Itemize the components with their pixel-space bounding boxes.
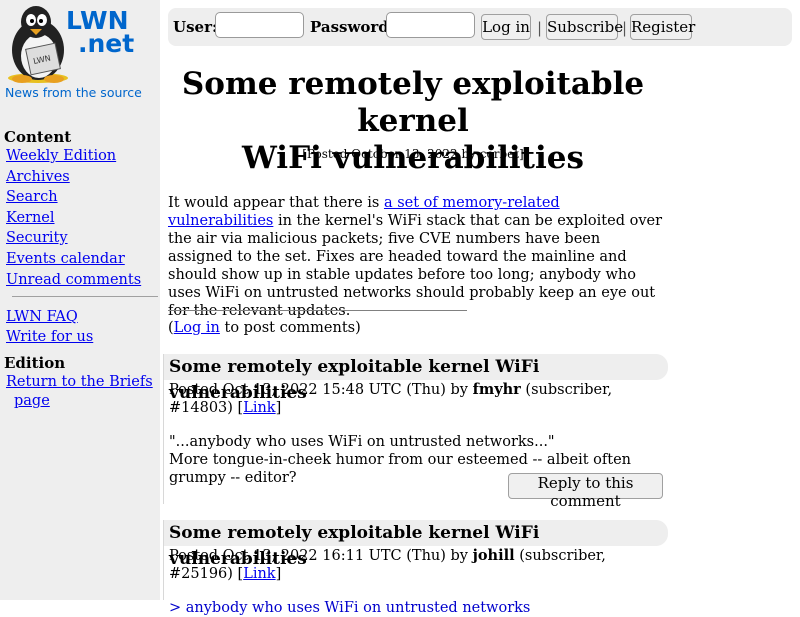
page-title-line-1: Some remotely exploitable kernel [181,66,645,139]
register-button[interactable]: Register [630,14,695,40]
separator: | [622,19,628,37]
nav-write-for-us[interactable]: Write for us [6,328,93,346]
nav-unread-comments[interactable]: Unread comments [6,271,141,289]
nav-kernel[interactable]: Kernel [6,209,55,227]
comment-author: johill [472,547,515,564]
comment-text: "...anybody who uses WiFi on untrusted n… [169,434,555,450]
comment-quote: > anybody who uses WiFi on untrusted net… [169,600,531,616]
user-label: User: [173,18,218,36]
nav-return-to-briefs[interactable]: Return to the Briefs [6,373,153,391]
subscribe-button[interactable]: Subscribe [546,14,623,40]
edition-heading: Edition [4,354,66,372]
login-to-comment-text: to post comments) [219,320,361,336]
login-button[interactable]: Log in [481,14,531,40]
lwn-logo[interactable]: LWN LWN .net [2,2,160,84]
nav-events-calendar[interactable]: Events calendar [6,250,125,268]
sidebar-divider [12,296,158,297]
article-text: It would appear that there is [168,195,384,211]
comment: Some remotely exploitable kernel WiFi vu… [163,520,668,616]
sidebar: LWN LWN .net News from the source Conten… [0,0,160,600]
content-heading: Content [4,128,72,146]
nav-lwn-faq[interactable]: LWN FAQ [6,308,78,326]
comment-date: Posted Oct 13, 2022 15:48 UTC (Thu) by [169,382,473,398]
tagline: News from the source [5,85,142,100]
comment-link[interactable]: Link [243,400,275,416]
comment-title: Some remotely exploitable kernel WiFi vu… [164,354,668,403]
divider [168,310,467,311]
password-label: Password: [310,18,395,36]
comment: Some remotely exploitable kernel WiFi vu… [163,354,668,510]
logo-text-net: .net [78,29,135,58]
nav-weekly-edition[interactable]: Weekly Edition [6,147,116,165]
byline: [Posted October 13, 2022 by corbet] [302,147,524,161]
nav-archives[interactable]: Archives [6,168,70,186]
nav-search[interactable]: Search [6,188,58,206]
comment-poster: Posted Oct 13, 2022 15:48 UTC (Thu) by f… [164,381,668,417]
login-to-comment-link[interactable]: Log in [174,320,220,336]
bracket: ] [275,400,282,416]
reply-button[interactable]: Reply to this comment [508,473,663,510]
article-body: It would appear that there is a set of m… [168,194,663,320]
password-input[interactable] [386,12,475,38]
comment-poster: Posted Oct 13, 2022 16:11 UTC (Thu) by j… [164,547,668,583]
bracket: ] [275,566,282,582]
tux-penguin-icon: LWN [8,6,68,83]
separator: | [537,19,543,37]
comment-title: Some remotely exploitable kernel WiFi vu… [164,520,668,569]
login-to-comment: (Log in to post comments) [168,320,361,336]
login-bar: User: Password: Log in | Subscribe | Reg… [168,8,792,46]
username-input[interactable] [215,12,304,38]
nav-return-to-briefs-page[interactable]: page [14,392,50,410]
comment-link[interactable]: Link [243,566,275,582]
nav-security[interactable]: Security [6,229,68,247]
comment-author: fmyhr [472,381,521,398]
comment-date: Posted Oct 13, 2022 16:11 UTC (Thu) by [169,548,473,564]
